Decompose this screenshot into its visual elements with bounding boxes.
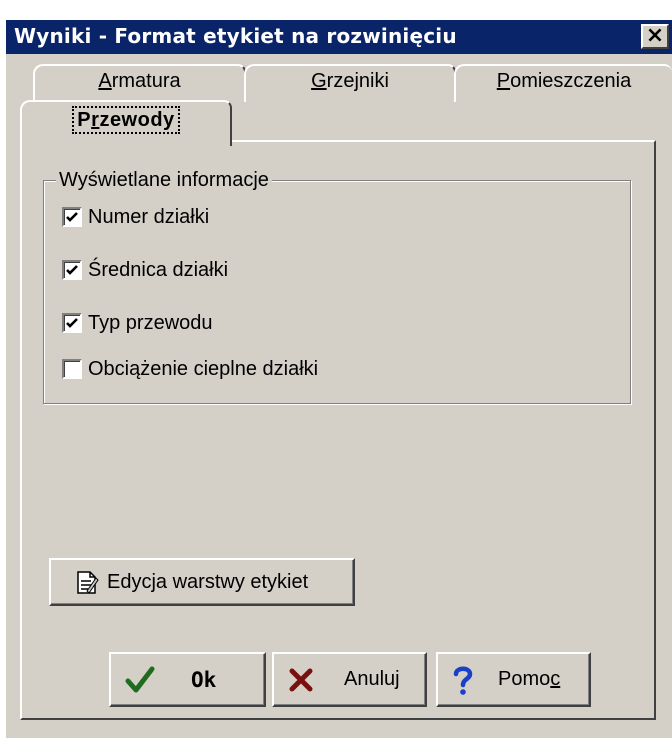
edycja-label: Edycja warstwy etykiet [107, 570, 309, 593]
checkbox-label: Typ przewodu [88, 311, 213, 334]
tab-armatura-mnemonic: A [98, 70, 112, 92]
cross-icon [289, 668, 313, 691]
tab-pomieszczenia-label: omieszczenia [510, 70, 632, 92]
tab-grzejniki-label: rzejniki [326, 70, 389, 92]
checkbox-label: Średnica działki [88, 258, 229, 281]
group-box-label: Wyświetlane informacje [56, 169, 272, 192]
tab-grzejniki-mnemonic: G [311, 70, 327, 92]
document-edit-icon [77, 571, 99, 594]
question-mark-icon [453, 666, 473, 695]
checkmark-icon [66, 318, 78, 328]
checkbox-obciazenie-cieplne[interactable]: Obciążenie cieplne działki [62, 356, 318, 382]
checkbox-box[interactable] [62, 359, 82, 379]
pomoc-button[interactable]: Pomoc [436, 652, 591, 707]
pomoc-mnemonic: c [550, 668, 561, 690]
tab-armatura[interactable]: Armatura [33, 64, 246, 102]
close-icon: × [645, 23, 665, 48]
checkmark-icon [66, 265, 78, 275]
tab-przewody-focus: Przewody [72, 106, 180, 134]
tab-pomieszczenia[interactable]: Pomieszczenia [454, 64, 672, 102]
checkbox-box[interactable] [62, 313, 82, 333]
tab-przewody-label: zewody [99, 109, 175, 131]
checkmark-icon [66, 212, 78, 222]
pomoc-label: Pomoc [498, 668, 560, 691]
ok-button[interactable]: Ok [109, 652, 266, 707]
tab-armatura-label: rmatura [111, 70, 181, 92]
checkbox-typ-przewodu[interactable]: Typ przewodu [62, 310, 213, 336]
checkbox-srednica-dzialki[interactable]: Średnica działki [62, 257, 228, 283]
checkbox-box[interactable] [62, 207, 82, 227]
anuluj-button[interactable]: Anuluj [272, 652, 427, 707]
tab-grzejniki[interactable]: Grzejniki [244, 64, 456, 102]
checkbox-numer-dzialki[interactable]: Numer działki [62, 204, 209, 230]
checkmark-icon [125, 666, 155, 692]
ok-label: Ok [191, 667, 217, 692]
checkbox-label: Obciążenie cieplne działki [88, 357, 319, 380]
checkbox-label: Numer działki [88, 205, 210, 228]
tab-przewody-label-head: P [77, 109, 92, 131]
checkbox-box[interactable] [62, 260, 82, 280]
title-bar: Wyniki - Format etykiet na rozwinięciu [6, 20, 672, 54]
tab-pomieszczenia-mnemonic: P [496, 70, 511, 92]
window-title: Wyniki - Format etykiet na rozwinięciu [14, 24, 457, 48]
anuluj-label: Anuluj [344, 668, 400, 690]
pomoc-label-head: Pomo [498, 668, 551, 690]
close-button[interactable]: × [641, 24, 669, 49]
tab-przewody[interactable]: Przewody [20, 100, 232, 146]
edycja-warstwy-etykiet-button[interactable]: Edycja warstwy etykiet [49, 558, 355, 606]
